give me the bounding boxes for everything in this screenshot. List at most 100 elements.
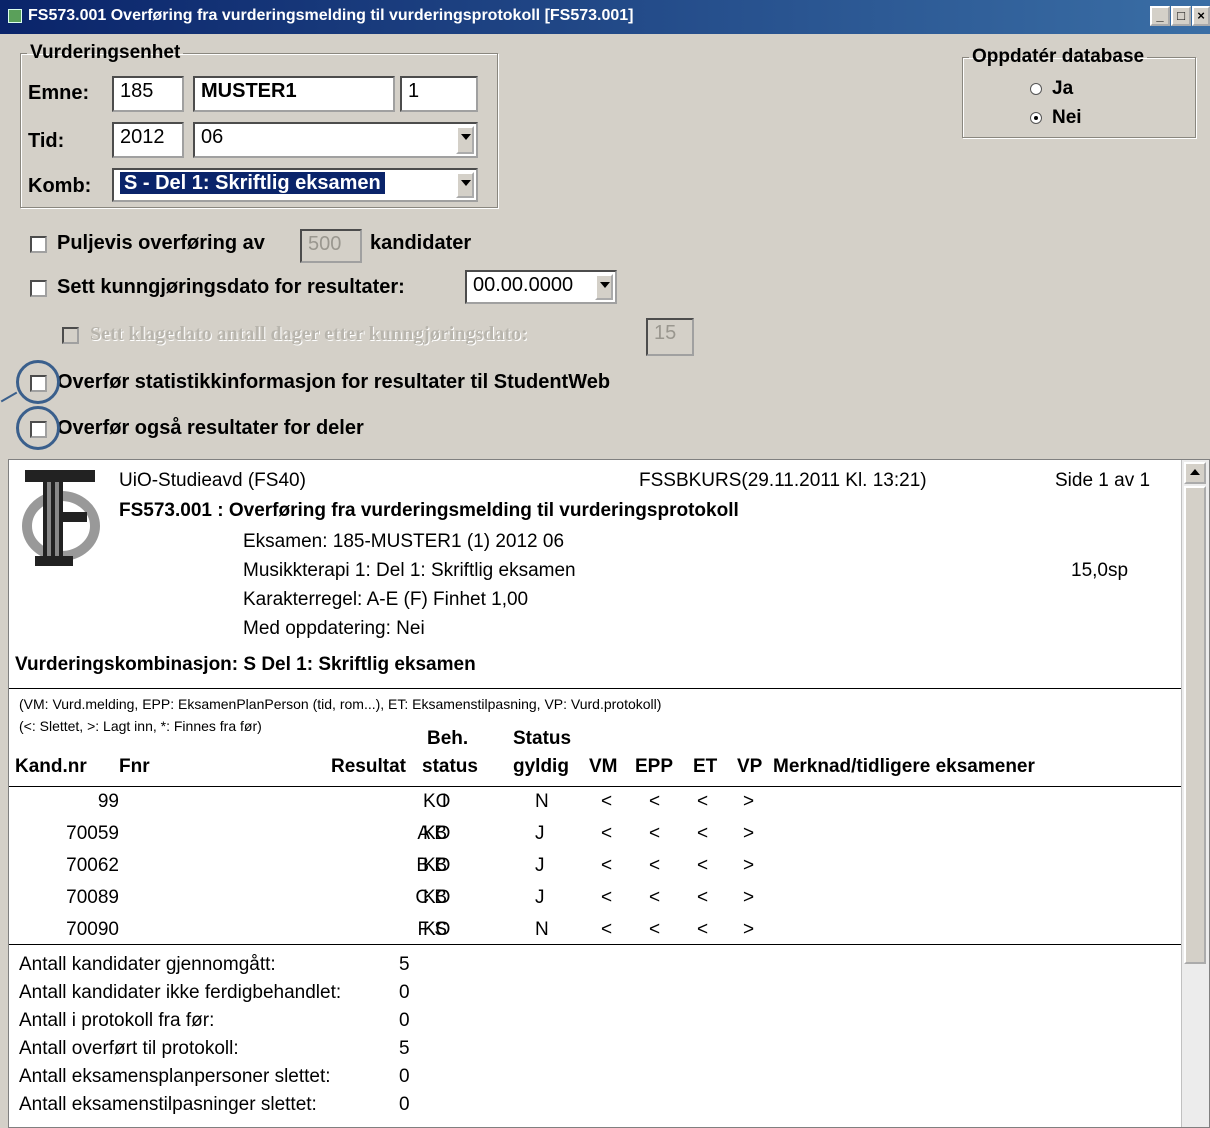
report-legend-1: (VM: Vurd.melding, EPP: EksamenPlanPerso… (19, 696, 662, 712)
cell-et: < (697, 791, 709, 812)
cell-vm: < (601, 791, 613, 812)
report-eksamen: Eksamen: 185-MUSTER1 (1) 2012 06 (243, 531, 565, 552)
emne-label: Emne: (28, 82, 90, 104)
cell-vp: > (743, 919, 755, 940)
kunngjoring-date-value: 00.00.0000 (473, 274, 574, 296)
cell-epp: < (649, 919, 661, 940)
tid-termin-value: 06 (201, 126, 224, 148)
cell-gyldig: N (535, 919, 549, 940)
komb-label: Komb: (28, 175, 92, 197)
fs-logo-icon (22, 470, 100, 566)
col-merknad: Merknad/tidligere eksamener (773, 756, 1035, 777)
tid-termin-dropdown[interactable]: 06 (193, 122, 478, 158)
cell-vp: > (743, 855, 755, 876)
col-kandnr: Kand.nr (15, 756, 87, 777)
puljevis-suffix: kandidater (370, 232, 472, 254)
col-epp: EPP (635, 756, 674, 777)
col-status-2: gyldig (513, 756, 569, 777)
summary-label: Antall i protokoll fra før: (19, 1010, 215, 1031)
cell-et: < (697, 919, 709, 940)
cell-vm: < (601, 919, 613, 940)
cell-vp: > (743, 823, 755, 844)
summary-label: Antall overført til protokoll: (19, 1038, 239, 1059)
summary-label: Antall eksamenstilpasninger slettet: (19, 1094, 317, 1115)
cell-kandnr: 70089 (66, 887, 119, 908)
emne-navn-field[interactable]: MUSTER1 (193, 76, 395, 112)
cell-vp: > (743, 791, 755, 812)
summary-value: 0 (399, 1066, 410, 1087)
summary-value: 0 (399, 982, 410, 1003)
annotation-pointer-line (0, 391, 18, 403)
maximize-button[interactable]: □ (1171, 6, 1191, 26)
col-et: ET (693, 756, 718, 777)
col-vm: VM (589, 756, 618, 777)
cell-gyldig: J (535, 887, 545, 908)
report-header-divider (9, 786, 1184, 787)
summary-value: 0 (399, 1094, 410, 1115)
klagedato-checkbox[interactable] (62, 327, 79, 344)
cell-status: KO (423, 855, 451, 876)
radio-ja[interactable] (1030, 83, 1042, 95)
report-scrollbar[interactable] (1181, 460, 1209, 1127)
kunngjoring-checkbox[interactable] (30, 280, 47, 297)
report-page: Side 1 av 1 (1055, 470, 1151, 491)
cell-gyldig: J (535, 855, 545, 876)
scroll-thumb[interactable] (1184, 486, 1206, 964)
annotation-circle-deler (16, 406, 60, 450)
cell-status: KO (423, 919, 451, 940)
summary-label: Antall eksamensplanpersoner slettet: (19, 1066, 331, 1087)
emne-versjon-field[interactable]: 1 (400, 76, 478, 112)
vurderingsenhet-legend: Vurderingsenhet (30, 42, 181, 63)
cell-epp: < (649, 887, 661, 908)
report-studiepoeng: 15,0sp (1071, 560, 1129, 581)
report-job: FSSBKURS(29.11.2011 Kl. 13:21) (639, 470, 927, 491)
puljevis-checkbox[interactable] (30, 236, 47, 253)
cell-et: < (697, 823, 709, 844)
radio-nei[interactable] (1030, 112, 1042, 124)
cell-vp: > (743, 887, 755, 908)
klagedato-dager-field[interactable]: 15 (646, 318, 694, 356)
klagedato-label: Sett klagedato antall dager etter kunngj… (90, 323, 528, 345)
emne-kode-field[interactable]: 185 (112, 76, 184, 112)
title-bar[interactable]: FS573.001 Overføring fra vurderingsmeldi… (0, 0, 1210, 34)
cell-vm: < (601, 855, 613, 876)
annotation-circle-statistikk (16, 360, 60, 404)
report-emnenavn: Musikkterapi 1: Del 1: Skriftlig eksamen (243, 560, 576, 581)
col-fnr: Fnr (119, 756, 150, 777)
statistikk-label: Overfør statistikkinformasjon for result… (57, 371, 611, 393)
komb-dropdown[interactable]: S - Del 1: Skriftlig eksamen (112, 168, 478, 202)
cell-kandnr: 70090 (66, 919, 119, 940)
report-panel[interactable]: UiO-Studieavd (FS40) FSSBKURS(29.11.2011… (8, 459, 1210, 1128)
report-org: UiO-Studieavd (FS40) (119, 470, 306, 491)
col-status-1: Status (513, 728, 572, 749)
report-oppdatering: Med oppdatering: Nei (243, 618, 425, 639)
cell-vm: < (601, 823, 613, 844)
scroll-up-icon[interactable] (1184, 462, 1206, 484)
col-beh-2: status (422, 756, 478, 777)
cell-et: < (697, 887, 709, 908)
report-legend-2: (<: Slettet, >: Lagt inn, *: Finnes fra … (19, 718, 262, 734)
report-kombinasjon: Vurderingskombinasjon: S Del 1: Skriftli… (15, 654, 476, 675)
puljevis-antall-field[interactable]: 500 (300, 229, 362, 263)
tid-aar-field[interactable]: 2012 (112, 122, 184, 158)
oppdater-legend: Oppdatér database (972, 46, 1145, 67)
window-title: FS573.001 Overføring fra vurderingsmeldi… (28, 7, 634, 24)
kunngjoring-date-dropdown[interactable]: 00.00.0000 (465, 270, 617, 304)
chevron-down-icon[interactable] (456, 172, 474, 198)
cell-gyldig: N (535, 791, 549, 812)
close-button[interactable]: × (1192, 6, 1210, 26)
cell-kandnr: 70062 (66, 855, 119, 876)
radio-ja-label: Ja (1052, 78, 1074, 99)
col-resultat: Resultat (331, 756, 406, 777)
cell-epp: < (649, 823, 661, 844)
radio-nei-label: Nei (1052, 107, 1082, 128)
minimize-button[interactable]: _ (1150, 6, 1170, 26)
report-summary-divider (9, 944, 1184, 945)
summary-value: 0 (399, 1010, 410, 1031)
kunngjoring-label: Sett kunngjøringsdato for resultater: (57, 276, 405, 298)
cell-status: KO (423, 823, 451, 844)
cell-gyldig: J (535, 823, 545, 844)
chevron-down-icon[interactable] (595, 274, 613, 300)
cell-epp: < (649, 791, 661, 812)
chevron-down-icon[interactable] (456, 126, 474, 154)
